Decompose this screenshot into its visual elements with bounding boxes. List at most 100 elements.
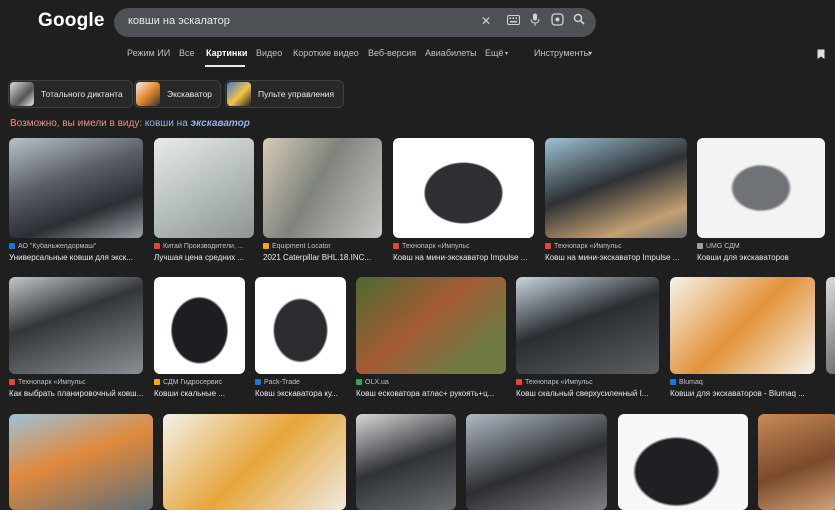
tab-6[interactable]: Авиабилеты [425,48,477,58]
favicon-icon [154,379,160,385]
favicon-icon [670,379,676,385]
tab-5[interactable]: Веб-версия [368,48,416,58]
result-title[interactable]: Лучшая цена средних ... [154,253,254,262]
image-result[interactable]: Blumaq Ковши для экскаваторов - Blumaq ..… [670,277,815,404]
image-result[interactable]: АО "Кубаньжелдормаш" Универсальные ковши … [9,138,143,268]
result-thumbnail[interactable] [154,277,245,374]
result-title[interactable]: Как выбрать планировочный ковш... [9,389,143,398]
favicon-icon [263,243,269,249]
image-result[interactable]: Equipment Locator 2021 Caterpillar BHL.18… [263,138,382,268]
result-thumbnail[interactable] [618,414,748,510]
result-source-label: Equipment Locator [272,243,331,250]
tab-4[interactable]: Короткие видео [293,48,359,58]
result-thumbnail[interactable] [697,138,825,238]
result-source[interactable]: UMG СДМ [697,243,825,250]
favicon-icon [154,243,160,249]
image-result[interactable] [163,414,346,510]
google-logo[interactable]: Google [38,10,105,32]
result-thumbnail[interactable] [9,414,153,510]
result-thumbnail[interactable] [516,277,659,374]
image-result[interactable] [826,277,835,404]
favicon-icon [255,379,261,385]
did-you-mean-link[interactable]: ковши на экскаватор [145,118,250,129]
result-title[interactable]: Ковш на мини-экскаватор Impulse ... [393,253,534,262]
result-thumbnail[interactable] [356,277,506,374]
chip-0[interactable]: Тотального диктанта [8,80,133,108]
clear-icon[interactable]: ✕ [478,13,494,29]
image-result[interactable]: Технопарк «Импульс Ковш на мини-экскавато… [545,138,687,268]
result-source[interactable]: АО "Кубаньжелдормаш" [9,243,143,250]
result-source[interactable]: Технопарк «Импульс [393,243,534,250]
image-result[interactable]: Технопарк «Импульс Ковш скальный сверхуси… [516,277,659,404]
favicon-icon [516,379,522,385]
tab-1[interactable]: Все [179,48,195,58]
favicon-icon [9,243,15,249]
result-source[interactable]: Китай Производители, ... [154,243,254,250]
did-you-mean-label: Возможно, вы имели в виду: [10,118,143,129]
result-source[interactable]: Технопарк «Импульс [9,379,143,386]
result-thumbnail[interactable] [545,138,687,238]
result-title[interactable]: Ковш скальный сверхусиленный I... [516,389,659,398]
result-thumbnail[interactable] [356,414,456,510]
tab-0[interactable]: Режим ИИ [127,48,170,58]
tab-3[interactable]: Видео [256,48,282,58]
image-result[interactable]: Pack-Trade Ковш экскаватора ку... [255,277,346,404]
result-source-label: Технопарк «Импульс [18,379,86,386]
result-source[interactable]: Технопарк «Импульс [545,243,687,250]
chip-thumbnail [10,82,34,106]
did-you-mean: Возможно, вы имели в виду: ковши на экск… [10,118,250,129]
result-thumbnail[interactable] [826,277,835,374]
result-title[interactable]: Ковш есковатора атлас+ рукоять+ц... [356,389,506,398]
result-title[interactable]: Ковш экскаватора ку... [255,389,346,398]
result-source[interactable]: OLX.ua [356,379,506,386]
result-thumbnail[interactable] [263,138,382,238]
result-source[interactable]: Blumaq [670,379,815,386]
result-title[interactable]: Ковши скальные ... [154,389,245,398]
result-thumbnail[interactable] [163,414,346,510]
result-thumbnail[interactable] [466,414,607,510]
result-source-label: АО "Кубаньжелдормаш" [18,243,97,250]
image-result[interactable] [466,414,607,510]
image-result[interactable]: UMG СДМ Ковши для экскаваторов [697,138,825,268]
result-title[interactable]: Универсальные ковши для экск... [9,253,143,262]
result-thumbnail[interactable] [255,277,346,374]
result-thumbnail[interactable] [670,277,815,374]
result-source[interactable]: Pack-Trade [255,379,346,386]
search-icon[interactable] [571,13,587,29]
result-title[interactable]: 2021 Caterpillar BHL.18.INC... [263,253,382,262]
result-source[interactable]: Технопарк «Импульс [516,379,659,386]
image-result[interactable]: СДМ Гидросервис Ковши скальные ... [154,277,245,404]
image-result[interactable]: Технопарк «Импульс Ковш на мини-экскавато… [393,138,534,268]
image-result[interactable]: OLX.ua Ковш есковатора атлас+ рукоять+ц..… [356,277,506,404]
chip-thumbnail [136,82,160,106]
result-thumbnail[interactable] [393,138,534,238]
tab-7[interactable]: Ещё [485,48,503,58]
result-source[interactable]: Equipment Locator [263,243,382,250]
result-title[interactable]: Ковши для экскаваторов - Blumaq ... [670,389,815,398]
image-result[interactable] [758,414,835,510]
image-result[interactable] [618,414,748,510]
microphone-icon[interactable] [527,13,543,29]
keyboard-icon[interactable] [505,13,521,29]
chip-2[interactable]: Пульте управления [225,80,344,108]
image-result[interactable]: Технопарк «Импульс Как выбрать планировоч… [9,277,143,404]
result-title[interactable]: Ковши для экскаваторов [697,253,825,262]
lens-icon[interactable] [549,13,565,29]
result-thumbnail[interactable] [758,414,835,510]
image-result[interactable] [356,414,456,510]
search-input[interactable]: ковши на эскалатор [128,15,230,27]
favicon-icon [697,243,703,249]
result-thumbnail[interactable] [9,138,143,238]
result-title[interactable]: Ковш на мини-экскаватор Impulse ... [545,253,687,262]
image-result[interactable]: Китай Производители, ... Лучшая цена сред… [154,138,254,268]
result-thumbnail[interactable] [9,277,143,374]
tab-8[interactable]: Инструменты [534,48,590,58]
search-box[interactable]: ковши на эскалатор ✕ [114,8,596,37]
result-source-label: Технопарк «Импульс [525,379,593,386]
chip-1[interactable]: Экскаватор [134,80,221,108]
bookmark-icon[interactable] [817,49,827,61]
result-source[interactable]: СДМ Гидросервис [154,379,245,386]
image-result[interactable] [9,414,153,510]
result-thumbnail[interactable] [154,138,254,238]
tab-2[interactable]: Картинки [206,48,247,58]
